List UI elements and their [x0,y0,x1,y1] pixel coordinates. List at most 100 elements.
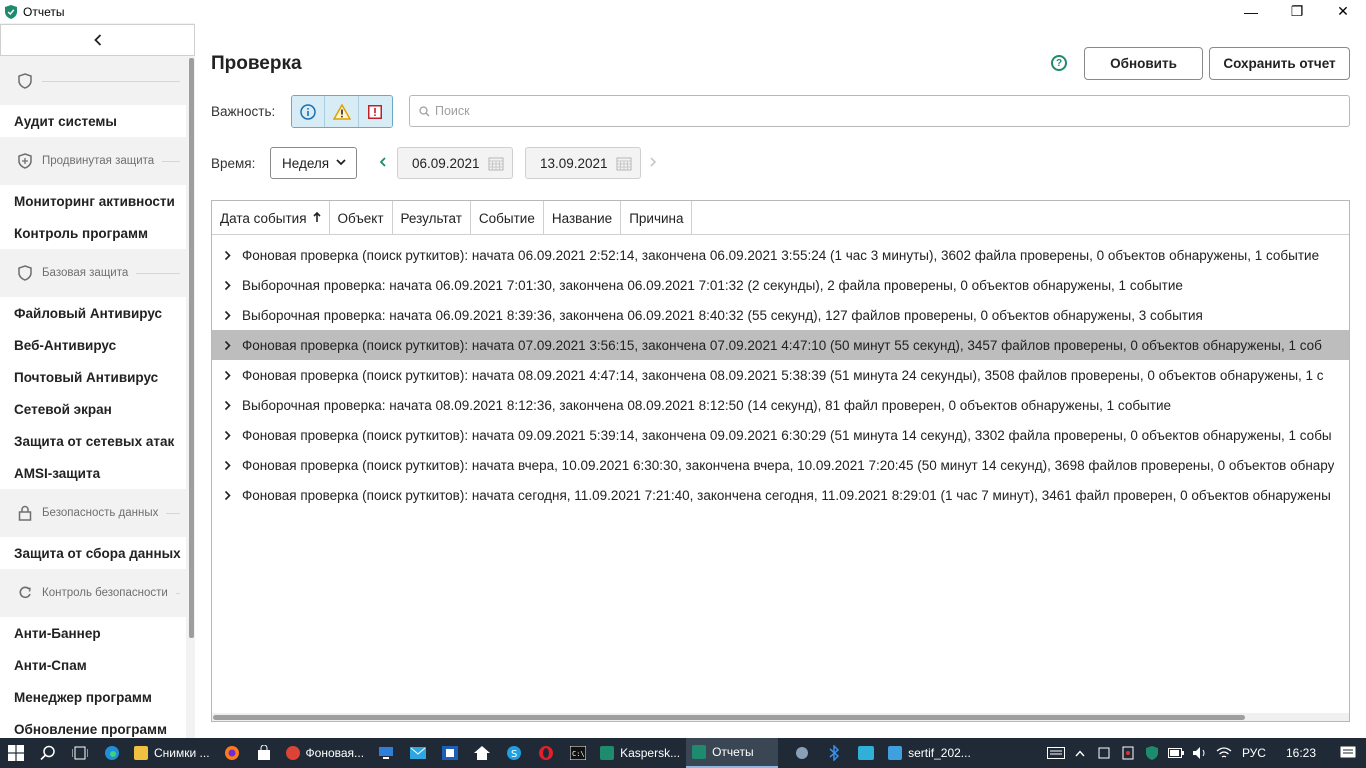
search-input[interactable]: Поиск [409,95,1350,127]
table-row[interactable]: Фоновая проверка (поиск руткитов): начат… [212,360,1349,390]
sidebar-item[interactable]: Обновление программ [0,713,186,738]
skype-icon[interactable]: S [498,738,530,768]
next-period-button[interactable] [649,155,657,171]
horizontal-scrollbar[interactable] [212,713,1349,721]
volume-icon[interactable] [1188,738,1212,768]
wifi-icon[interactable] [1212,738,1236,768]
divider [166,512,180,514]
sidebar-item[interactable]: Аудит системы [0,105,186,137]
expand-chevron-icon[interactable] [212,340,242,351]
expand-chevron-icon[interactable] [212,460,242,471]
collapse-sidebar-button[interactable] [0,24,195,56]
sidebar-scrollbar[interactable] [189,58,194,638]
column-header[interactable]: Результат [393,201,471,235]
chevron-left-icon [93,34,101,46]
search-placeholder: Поиск [435,104,470,118]
row-description: Фоновая проверка (поиск руткитов): начат… [242,457,1335,473]
sidebar-item[interactable]: Контроль программ [0,217,186,249]
table-row[interactable]: Выборочная проверка: начата 06.09.2021 8… [212,300,1349,330]
opera-icon[interactable] [530,738,562,768]
kaspersky-tray-icon[interactable] [1140,738,1164,768]
bluetooth-icon[interactable] [818,738,850,768]
divider [136,272,180,274]
sidebar-item[interactable]: Мониторинг активности [0,185,186,217]
table-row[interactable]: Фоновая проверка (поиск руткитов): начат… [212,450,1349,480]
home-icon[interactable] [466,738,498,768]
critical-icon [368,104,383,119]
sidebar-item[interactable]: AMSI-защита [0,457,186,489]
severity-info-toggle[interactable] [292,96,326,127]
chevron-right-icon [650,157,657,167]
expand-chevron-icon[interactable] [212,400,242,411]
taskbar-app-chrome[interactable]: Фоновая... [280,738,371,768]
sidebar-item[interactable]: Менеджер программ [0,681,186,713]
expand-chevron-icon[interactable] [212,370,242,381]
keyboard-icon[interactable] [1044,738,1068,768]
sidebar-item[interactable]: Веб-Антивирус [0,329,186,361]
sidebar-item[interactable]: Сетевой экран [0,393,186,425]
column-header[interactable]: Объект [330,201,393,235]
taskbar-app-sertif[interactable]: sertif_202... [882,738,977,768]
task-view-icon[interactable] [64,738,96,768]
network-device-icon[interactable] [1092,738,1116,768]
table-row[interactable]: Фоновая проверка (поиск руткитов): начат… [212,420,1349,450]
battery-icon[interactable] [1164,738,1188,768]
store-icon[interactable] [248,738,280,768]
date-to-field[interactable]: 13.09.2021 [525,147,641,179]
sidebar-item[interactable]: Почтовый Антивирус [0,361,186,393]
system-tray: РУС 16:23 [1044,738,1366,768]
taskbar-app-explorer[interactable]: Снимки ... [128,738,216,768]
search-icon[interactable] [32,738,64,768]
language-indicator[interactable]: РУС [1236,746,1276,760]
column-header[interactable]: Событие [471,201,544,235]
minimize-button[interactable]: — [1228,0,1274,23]
previous-period-button[interactable] [379,155,387,171]
expand-chevron-icon[interactable] [212,250,242,261]
table-row[interactable]: Фоновая проверка (поиск руткитов): начат… [212,330,1349,360]
remote-desktop-icon[interactable] [370,738,402,768]
sidebar-item[interactable]: Анти-Спам [0,649,186,681]
sidebar-item[interactable]: Анти-Баннер [0,617,186,649]
column-header[interactable]: Название [544,201,622,235]
calendar-icon[interactable] [616,156,632,171]
scrollbar-thumb[interactable] [213,715,1245,720]
expand-chevron-icon[interactable] [212,310,242,321]
severity-critical-toggle[interactable] [358,96,392,127]
sidebar-item[interactable]: Защита от сбора данных [0,537,186,569]
screen-capture-icon[interactable] [850,738,882,768]
column-header[interactable]: Дата события [212,201,330,235]
date-from-field[interactable]: 06.09.2021 [397,147,513,179]
refresh-button[interactable]: Обновить [1084,47,1203,80]
edge-browser-icon[interactable] [96,738,128,768]
record-icon[interactable] [1116,738,1140,768]
calendar-icon[interactable] [488,156,504,171]
maximize-button[interactable]: ❐ [1274,0,1320,23]
sidebar-item[interactable]: Защита от сетевых атак [0,425,186,457]
firefox-icon[interactable] [216,738,248,768]
taskbar-app-kaspersky[interactable]: Kaspersk... [594,738,686,768]
taskbar-app-reports[interactable]: Отчеты [686,738,779,768]
close-button[interactable]: ✕ [1320,0,1366,23]
mail-icon[interactable] [402,738,434,768]
table-row[interactable]: Выборочная проверка: начата 08.09.2021 8… [212,390,1349,420]
period-select[interactable]: Неделя [270,147,357,179]
expand-chevron-icon[interactable] [212,280,242,291]
column-header[interactable]: Причина [621,201,693,235]
help-icon[interactable]: ? [1051,55,1067,71]
expand-chevron-icon[interactable] [212,430,242,441]
save-report-button[interactable]: Сохранить отчет [1209,47,1350,80]
sidebar-item[interactable]: Файловый Антивирус [0,297,186,329]
chevron-up-icon[interactable] [1068,738,1092,768]
severity-warning-toggle[interactable] [325,96,359,127]
notifications-icon[interactable] [1330,738,1366,768]
terminal-icon[interactable]: C:\ [562,738,594,768]
media-icon[interactable] [434,738,466,768]
warning-icon [332,103,351,120]
table-row[interactable]: Фоновая проверка (поиск руткитов): начат… [212,480,1349,510]
clock[interactable]: 16:23 [1276,746,1330,760]
table-row[interactable]: Фоновая проверка (поиск руткитов): начат… [212,240,1349,270]
expand-chevron-icon[interactable] [212,490,242,501]
table-row[interactable]: Выборочная проверка: начата 06.09.2021 7… [212,270,1349,300]
windows-start-icon[interactable] [0,738,32,768]
settings-app-icon[interactable] [786,738,818,768]
